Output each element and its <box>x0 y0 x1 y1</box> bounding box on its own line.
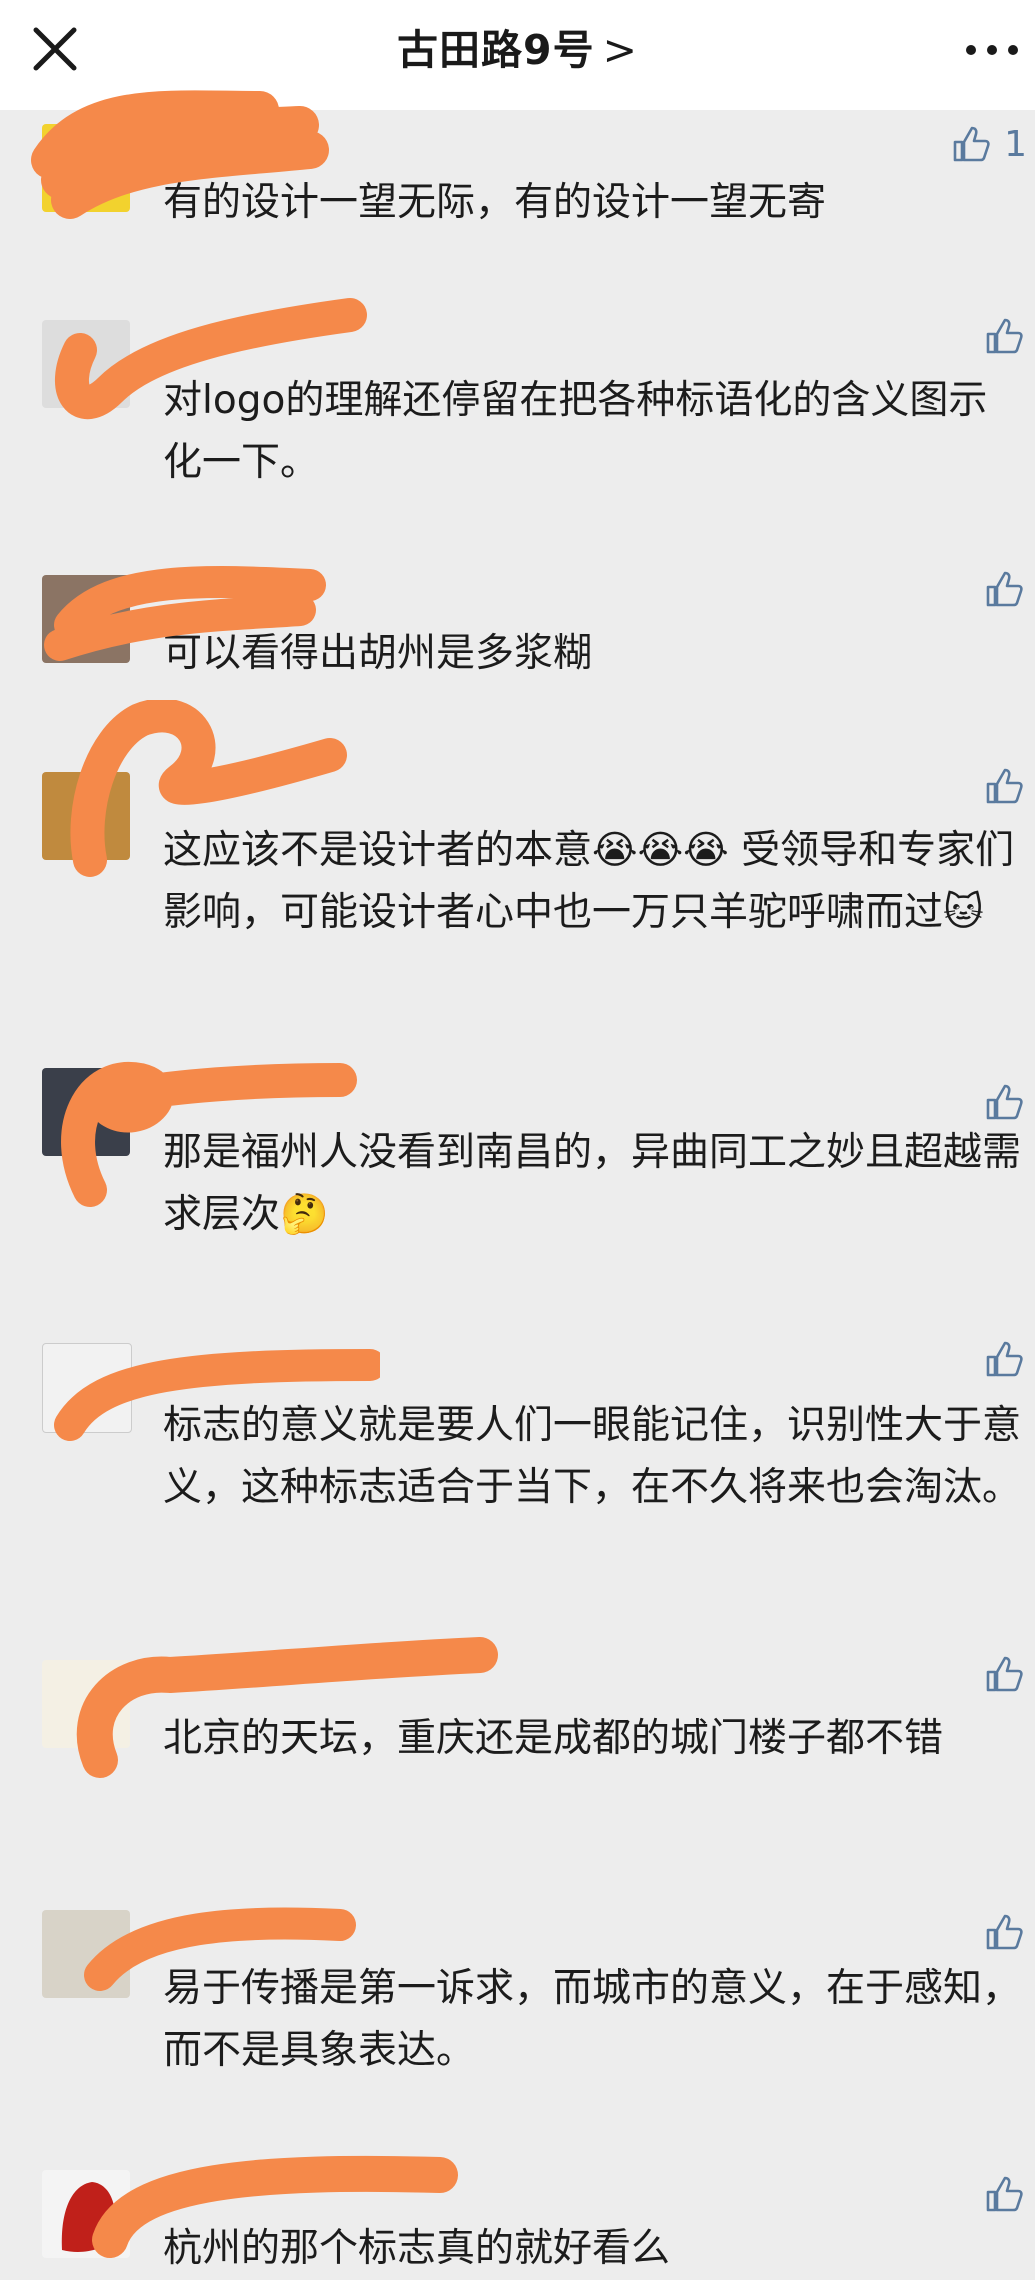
thumbs-up-icon <box>986 318 1023 354</box>
thumbs-up-icon <box>986 1914 1023 1950</box>
comment-text: 可以看得出胡州是多浆糊 <box>163 631 593 676</box>
like-button[interactable] <box>983 762 1027 810</box>
page-title[interactable]: 古田路9号 > <box>0 22 1035 78</box>
page-title-text: 古田路9号 <box>397 26 595 74</box>
more-dots-icon[interactable] <box>957 30 1027 70</box>
thumbs-up-icon <box>986 2176 1023 2212</box>
comment-text: 有的设计一望无际，有的设计一望无寄 <box>163 180 827 225</box>
avatar[interactable] <box>42 124 130 212</box>
avatar[interactable] <box>42 772 130 860</box>
chevron-right-icon: > <box>602 26 638 74</box>
top-bar: 古田路9号 > <box>0 0 1035 110</box>
comment-text: 北京的天坛，重庆还是成都的城门楼子都不错 <box>163 1716 944 1761</box>
like-button[interactable] <box>983 312 1027 360</box>
like-button[interactable] <box>983 1908 1027 1956</box>
comment-text: 杭州的那个标志真的就好看么 <box>163 2226 671 2271</box>
comment-item: 那是福州人没看到南昌的，异曲同工之妙且超越需求层次🤔 <box>0 1040 1035 1280</box>
like-count: 1 <box>1004 123 1027 165</box>
comment-text: 易于传播是第一诉求，而城市的意义，在于感知，而不是具象表达。 <box>163 1966 1022 2073</box>
comment-item: 杭州的那个标志真的就好看么 <box>0 2140 1035 2275</box>
avatar[interactable] <box>42 1343 132 1433</box>
like-button[interactable] <box>983 1650 1027 1698</box>
comment-text: 标志的意义就是要人们一眼能记住，识别性大于意义，这种标志适合于当下，在不久将来也… <box>163 1403 1022 1510</box>
thumbs-up-icon <box>986 1084 1023 1120</box>
comment-item: 对logo的理解还停留在把各种标语化的含义图示化一下。 <box>0 290 1035 520</box>
comment-item: 北京的天坛，重庆还是成都的城门楼子都不错 <box>0 1637 1035 1880</box>
comment-item: 这应该不是设计者的本意😭😭😭 受领导和专家们影响，可能设计者心中也一万只羊驼呼啸… <box>0 700 1035 1030</box>
avatar-face-icon <box>61 2182 116 2252</box>
avatar[interactable] <box>42 320 130 408</box>
thumbs-up-icon <box>986 571 1023 607</box>
thumbs-up-icon <box>986 1656 1023 1692</box>
like-button[interactable] <box>983 565 1027 613</box>
comment-item: 可以看得出胡州是多浆糊 <box>0 555 1035 715</box>
avatar[interactable] <box>42 1660 130 1748</box>
like-button[interactable] <box>983 2170 1027 2218</box>
comment-item: 易于传播是第一诉求，而城市的意义，在于感知，而不是具象表达。 <box>0 1900 1035 2100</box>
like-button[interactable]: 1 <box>950 120 1027 168</box>
avatar[interactable] <box>42 1068 130 1156</box>
comment-text: 对logo的理解还停留在把各种标语化的含义图示化一下。 <box>163 378 988 485</box>
comment-item: 标志的意义就是要人们一眼能记住，识别性大于意义，这种标志适合于当下，在不久将来也… <box>0 1315 1035 1615</box>
like-button[interactable] <box>983 1078 1027 1126</box>
avatar[interactable] <box>42 2170 130 2258</box>
thumbs-up-icon <box>986 1341 1023 1377</box>
thumbs-up-icon <box>986 768 1023 804</box>
comment-text: 那是福州人没看到南昌的，异曲同工之妙且超越需求层次🤔 <box>163 1130 1022 1237</box>
avatar[interactable] <box>42 575 130 663</box>
comment-text: 这应该不是设计者的本意😭😭😭 受领导和专家们影响，可能设计者心中也一万只羊驼呼啸… <box>163 828 1015 935</box>
like-button[interactable] <box>983 1335 1027 1383</box>
comment-item: 有的设计一望无际，有的设计一望无寄 1 <box>0 90 1035 270</box>
avatar[interactable] <box>42 1910 130 1998</box>
thumbs-up-icon <box>953 126 990 162</box>
